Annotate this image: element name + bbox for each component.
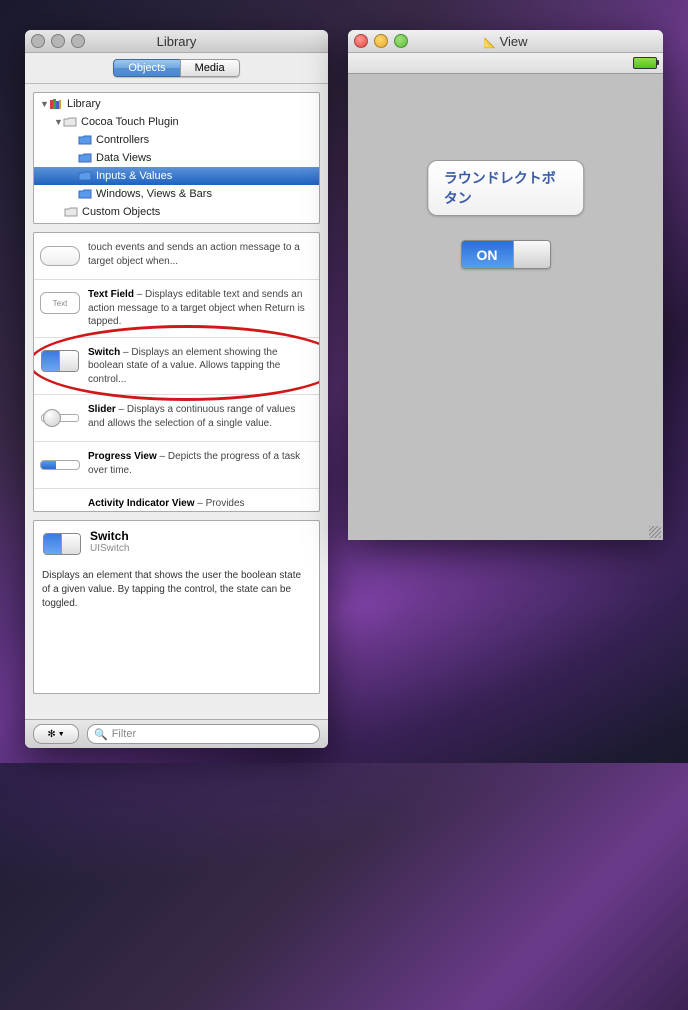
item-description: – Displays a continuous range of values … — [88, 404, 295, 429]
battery-icon — [633, 57, 657, 69]
library-bottom-bar: ✻▼ 🔍 Filter — [25, 719, 328, 748]
switch-icon — [40, 346, 80, 376]
list-item-progress[interactable]: Progress View – Depicts the progress of … — [34, 442, 319, 489]
ios-status-bar — [348, 53, 663, 74]
gear-button[interactable]: ✻▼ — [33, 724, 79, 744]
detail-description: Displays an element that shows the user … — [42, 569, 311, 611]
item-name: Activity Indicator View — [88, 498, 195, 509]
activity-icon — [40, 497, 80, 511]
blue-folder-icon — [78, 169, 92, 183]
list-item-switch[interactable]: Switch – Displays an element showing the… — [34, 338, 319, 396]
object-list[interactable]: touch events and sends an action message… — [34, 233, 319, 511]
object-list-panel: touch events and sends an action message… — [33, 232, 320, 512]
rounded-rect-button[interactable]: ラウンドレクトボタン — [427, 160, 585, 216]
folder-icon — [64, 205, 78, 219]
textfield-icon: Text — [40, 288, 80, 318]
search-icon: 🔍 — [94, 728, 108, 741]
list-item-slider[interactable]: Slider – Displays a continuous range of … — [34, 395, 319, 442]
ib-doc-icon: 📐 — [483, 38, 495, 49]
filter-search[interactable]: 🔍 Filter — [87, 724, 320, 744]
slider-icon — [40, 403, 80, 433]
list-item-textfield[interactable]: Text Text Field – Displays editable text… — [34, 280, 319, 338]
detail-title: Switch — [90, 529, 129, 543]
tree-label: Windows, Views & Bars — [96, 188, 212, 200]
blue-folder-icon — [78, 151, 92, 165]
switch-on-label: ON — [462, 241, 513, 268]
progress-icon — [40, 450, 80, 480]
tab-objects[interactable]: Objects — [113, 59, 179, 77]
tree-label: Inputs & Values — [96, 170, 172, 182]
item-name: Text Field — [88, 289, 134, 300]
library-title: Library — [25, 34, 328, 49]
tree-label: Custom Objects — [82, 206, 160, 218]
folder-icon — [63, 115, 77, 129]
tree-label: Cocoa Touch Plugin — [81, 116, 179, 128]
item-description: – Provides — [195, 498, 245, 509]
tree-panel: ▼ Library ▼ Cocoa Touch Plugin Controlle… — [33, 92, 320, 224]
view-window: 📐 View ラウンドレクトボタン ON — [348, 30, 663, 538]
tree-cocoa-touch[interactable]: ▼ Cocoa Touch Plugin — [34, 113, 319, 131]
item-name: Slider — [88, 404, 116, 415]
chevron-down-icon: ▼ — [58, 731, 65, 738]
tab-media[interactable]: Media — [180, 59, 240, 77]
design-canvas[interactable]: ラウンドレクトボタン ON — [348, 74, 663, 540]
item-name: Progress View — [88, 451, 157, 462]
switch-icon — [42, 529, 82, 559]
tree-label: Library — [67, 98, 101, 110]
tree-label: Controllers — [96, 134, 149, 146]
tree-data-views[interactable]: Data Views — [34, 149, 319, 167]
tree-inputs-values[interactable]: Inputs & Values — [34, 167, 319, 185]
view-title: 📐 View — [348, 34, 663, 49]
tree-controllers[interactable]: Controllers — [34, 131, 319, 149]
tree-custom-objects[interactable]: Custom Objects — [34, 203, 319, 221]
list-item-activity[interactable]: Activity Indicator View – Provides — [34, 489, 319, 511]
item-name: Switch — [88, 347, 120, 358]
library-titlebar[interactable]: Library — [25, 30, 328, 53]
detail-panel: Switch UISwitch Displays an element that… — [33, 520, 320, 694]
library-window: Library Objects Media ▼ Library ▼ Cocoa … — [25, 30, 328, 748]
filter-placeholder: Filter — [112, 728, 136, 740]
resize-grip[interactable] — [649, 526, 661, 538]
gear-icon: ✻ — [47, 729, 55, 740]
list-item-button[interactable]: touch events and sends an action message… — [34, 233, 319, 280]
detail-class: UISwitch — [90, 543, 129, 554]
item-description: touch events and sends an action message… — [88, 241, 313, 271]
tree-windows-views[interactable]: Windows, Views & Bars — [34, 185, 319, 203]
button-icon — [40, 241, 80, 271]
switch-knob — [513, 241, 550, 268]
books-icon — [49, 97, 63, 111]
ui-switch[interactable]: ON — [461, 240, 551, 269]
blue-folder-icon — [78, 133, 92, 147]
tree-library[interactable]: ▼ Library — [34, 95, 319, 113]
library-tabs: Objects Media — [25, 53, 328, 84]
tree-label: Data Views — [96, 152, 151, 164]
view-titlebar[interactable]: 📐 View — [348, 30, 663, 53]
blue-folder-icon — [78, 187, 92, 201]
